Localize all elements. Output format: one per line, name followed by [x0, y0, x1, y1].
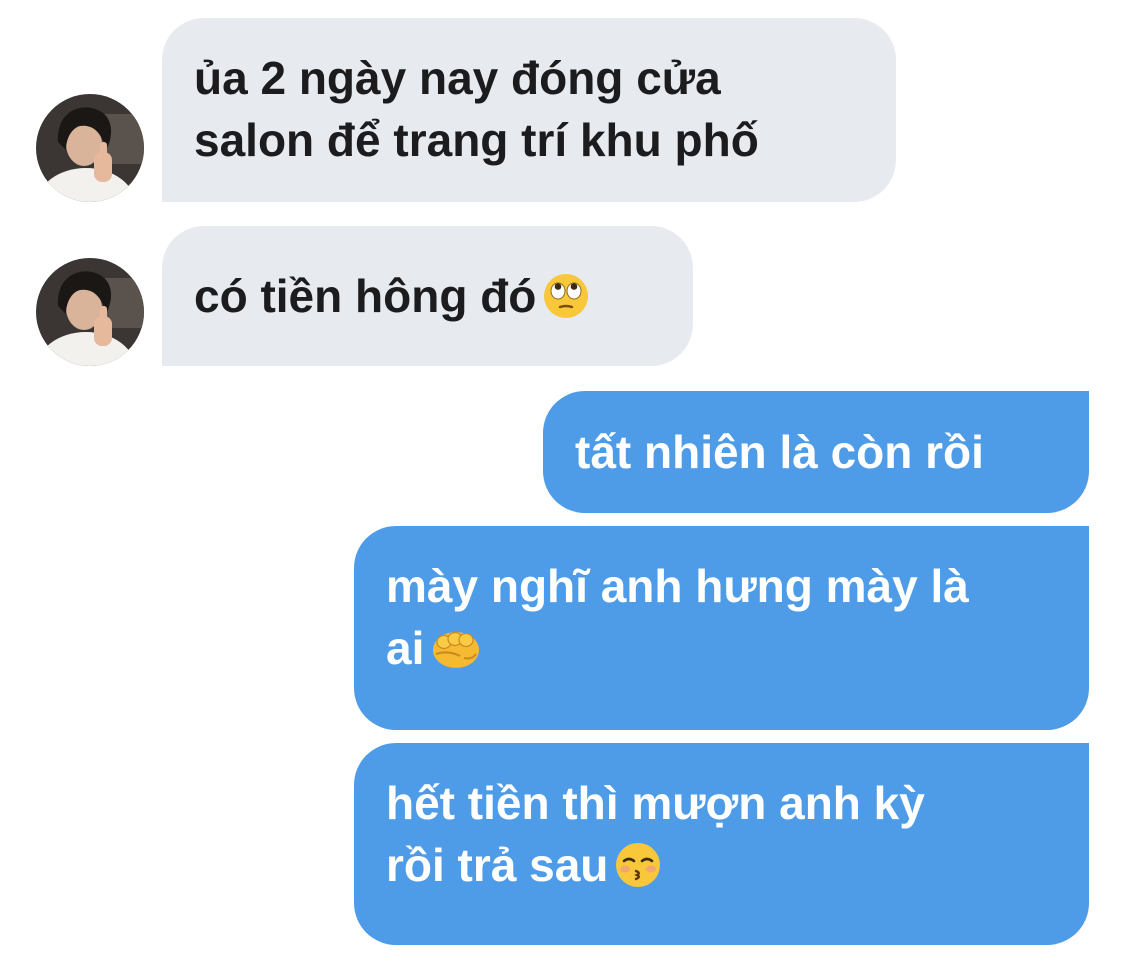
message-text: salon để trang trí khu phố [194, 114, 759, 166]
oncoming-fist-emoji [430, 624, 482, 672]
message-text: mày nghĩ anh hưng mày là [386, 560, 969, 612]
message-text: có tiền hông đó [194, 270, 537, 322]
message-bubble-incoming[interactable]: ủa 2 ngày nay đóng cửa salon để trang tr… [162, 18, 896, 202]
message-text: ai [386, 622, 425, 674]
message-text: rồi trả sau [386, 839, 609, 891]
message-text: hết tiền thì mượn anh kỳ [386, 777, 925, 829]
message-bubble-outgoing[interactable]: tất nhiên là còn rồi [543, 391, 1089, 513]
message-bubble-incoming[interactable]: có tiền hông đó [162, 226, 693, 366]
message-text: tất nhiên là còn rồi [575, 426, 984, 478]
message-text: ủa 2 ngày nay đóng cửa [194, 52, 721, 104]
face-with-rolling-eyes-emoji [542, 272, 590, 320]
message-bubble-outgoing[interactable]: mày nghĩ anh hưng mày là ai [354, 526, 1089, 730]
message-bubble-outgoing[interactable]: hết tiền thì mượn anh kỳ rồi trả sau [354, 743, 1089, 945]
sender-avatar[interactable] [36, 94, 144, 202]
kissing-face-with-closed-eyes-emoji [614, 841, 662, 889]
sender-avatar[interactable] [36, 258, 144, 366]
